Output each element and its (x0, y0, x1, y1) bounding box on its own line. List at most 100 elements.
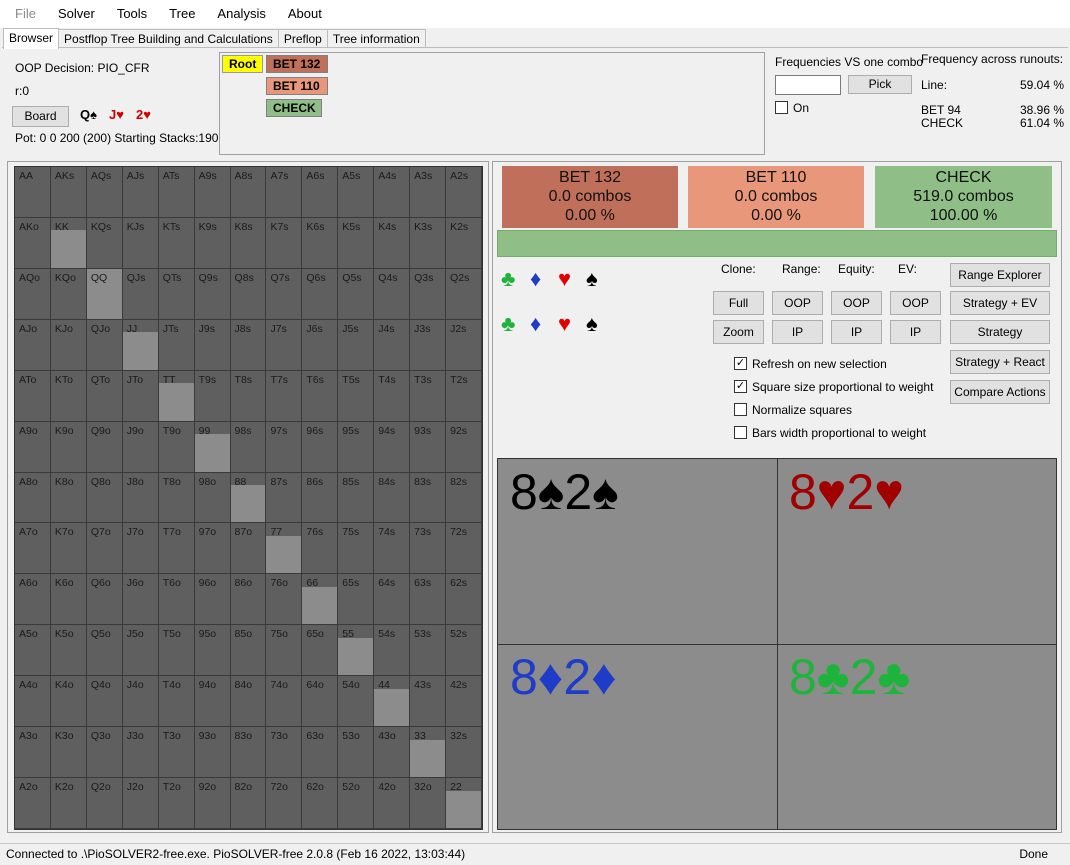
tab-tree-information[interactable]: Tree information (326, 29, 426, 48)
strategy-react-button[interactable]: Strategy + React (950, 350, 1050, 374)
hand-cell[interactable]: 55 (338, 625, 375, 677)
hand-cell[interactable]: Q7s (266, 268, 303, 320)
pick-button[interactable]: Pick (848, 75, 912, 94)
hand-cell[interactable]: 99 (194, 421, 231, 473)
hand-cell[interactable]: 93s (410, 421, 447, 473)
menu-tree[interactable]: Tree (158, 0, 206, 28)
hand-cell[interactable]: 87s (266, 472, 303, 524)
hand-cell[interactable]: T2s (446, 370, 482, 422)
hand-cell[interactable]: K3s (410, 217, 447, 269)
hand-cell[interactable]: KK (50, 217, 87, 269)
hand-cell[interactable]: T7o (158, 523, 195, 575)
hand-cell[interactable]: K8o (50, 472, 87, 524)
range-oop-button[interactable]: OOP (772, 291, 823, 315)
hand-cell[interactable]: 96s (302, 421, 339, 473)
hand-cell[interactable]: JJ (122, 319, 159, 371)
strategy-ev-button[interactable]: Strategy + EV (950, 291, 1050, 315)
hand-cell[interactable]: AJs (122, 167, 159, 218)
hand-cell[interactable]: K5o (50, 625, 87, 677)
hand-cell[interactable]: Q2s (446, 268, 482, 320)
hand-cell[interactable]: 73s (410, 523, 447, 575)
equity-ip-button[interactable]: IP (831, 320, 882, 344)
hand-cell[interactable]: 32s (446, 727, 482, 779)
hand-cell[interactable]: Q6s (302, 268, 339, 320)
hand-cell[interactable]: T5s (338, 370, 375, 422)
hand-cell[interactable]: TT (158, 370, 195, 422)
hand-cell[interactable]: 76o (266, 574, 303, 626)
hand-cell[interactable]: JTo (122, 370, 159, 422)
hand-cell[interactable]: 98o (194, 472, 231, 524)
hand-cell[interactable]: K2s (446, 217, 482, 269)
ev-ip-button[interactable]: IP (890, 320, 941, 344)
hand-cell[interactable]: AQo (15, 268, 51, 320)
hand-cell[interactable]: 94o (194, 676, 231, 728)
hand-cell[interactable]: A7o (15, 523, 51, 575)
hand-cell[interactable]: J5o (122, 625, 159, 677)
hand-cell[interactable]: J2o (122, 778, 159, 829)
spade-filter-icon[interactable]: ♠ (586, 313, 598, 335)
hand-cell[interactable]: 66 (302, 574, 339, 626)
hand-cell[interactable]: Q6o (86, 574, 123, 626)
menu-solver[interactable]: Solver (47, 0, 106, 28)
hand-cell[interactable]: 77 (266, 523, 303, 575)
combo-input[interactable] (775, 75, 841, 95)
hand-cell[interactable]: 44 (374, 676, 411, 728)
hand-cell[interactable]: T3s (410, 370, 447, 422)
hand-cell[interactable]: J4o (122, 676, 159, 728)
hand-cell[interactable]: A5s (338, 167, 375, 218)
hand-cell[interactable]: 43o (374, 727, 411, 779)
hand-cell[interactable]: 82s (446, 472, 482, 524)
club-filter-icon[interactable]: ♣ (501, 268, 515, 290)
hand-cell[interactable]: Q3s (410, 268, 447, 320)
hand-cell[interactable]: T3o (158, 727, 195, 779)
hand-cell[interactable]: 53o (338, 727, 375, 779)
hand-cell[interactable]: T8o (158, 472, 195, 524)
hand-cell[interactable]: J2s (446, 319, 482, 371)
hand-cell[interactable]: 95o (194, 625, 231, 677)
hand-cell[interactable]: Q4s (374, 268, 411, 320)
hand-cell[interactable]: K4s (374, 217, 411, 269)
hand-cell[interactable]: Q3o (86, 727, 123, 779)
hand-cell[interactable]: 43s (410, 676, 447, 728)
menu-analysis[interactable]: Analysis (206, 0, 276, 28)
suit-combo-spades[interactable]: 8♠2♠ (498, 459, 778, 645)
hand-cell[interactable]: 98s (230, 421, 267, 473)
hand-cell[interactable]: J8o (122, 472, 159, 524)
hand-cell[interactable]: A4o (15, 676, 51, 728)
hand-cell[interactable]: J3s (410, 319, 447, 371)
hand-cell[interactable]: KQo (50, 268, 87, 320)
hand-cell[interactable]: Q9o (86, 421, 123, 473)
hand-cell[interactable]: 32o (410, 778, 447, 829)
hand-cell[interactable]: 97o (194, 523, 231, 575)
hand-cell[interactable]: 95s (338, 421, 375, 473)
hand-cell[interactable]: 76s (302, 523, 339, 575)
hand-cell[interactable]: AKs (50, 167, 87, 218)
hand-cell[interactable]: A2o (15, 778, 51, 829)
hand-cell[interactable]: T6s (302, 370, 339, 422)
hand-cell[interactable]: A6o (15, 574, 51, 626)
hand-cell[interactable]: A8s (230, 167, 267, 218)
hand-cell[interactable]: J3o (122, 727, 159, 779)
hand-cell[interactable]: JTs (158, 319, 195, 371)
hand-cell[interactable]: QTs (158, 268, 195, 320)
hand-cell[interactable]: T2o (158, 778, 195, 829)
clone-full-button[interactable]: Full (713, 291, 764, 315)
hand-cell[interactable]: 63o (302, 727, 339, 779)
hand-cell[interactable]: A4s (374, 167, 411, 218)
hand-cell[interactable]: Q7o (86, 523, 123, 575)
hand-cell[interactable]: T4o (158, 676, 195, 728)
hand-cell[interactable]: A3s (410, 167, 447, 218)
club-filter-icon[interactable]: ♣ (501, 313, 515, 335)
hand-cell[interactable]: K7o (50, 523, 87, 575)
hand-cell[interactable]: Q5s (338, 268, 375, 320)
hand-cell[interactable]: 42s (446, 676, 482, 728)
hand-cell[interactable]: J4s (374, 319, 411, 371)
spade-filter-icon[interactable]: ♠ (586, 268, 598, 290)
action-box-bet-132[interactable]: BET 132 0.0 combos 0.00 % (502, 166, 678, 228)
hand-cell[interactable]: Q8s (230, 268, 267, 320)
hand-cell[interactable]: Q9s (194, 268, 231, 320)
hand-cell[interactable]: Q8o (86, 472, 123, 524)
hand-cell[interactable]: J6o (122, 574, 159, 626)
hand-cell[interactable]: KQs (86, 217, 123, 269)
hand-cell[interactable]: 72s (446, 523, 482, 575)
